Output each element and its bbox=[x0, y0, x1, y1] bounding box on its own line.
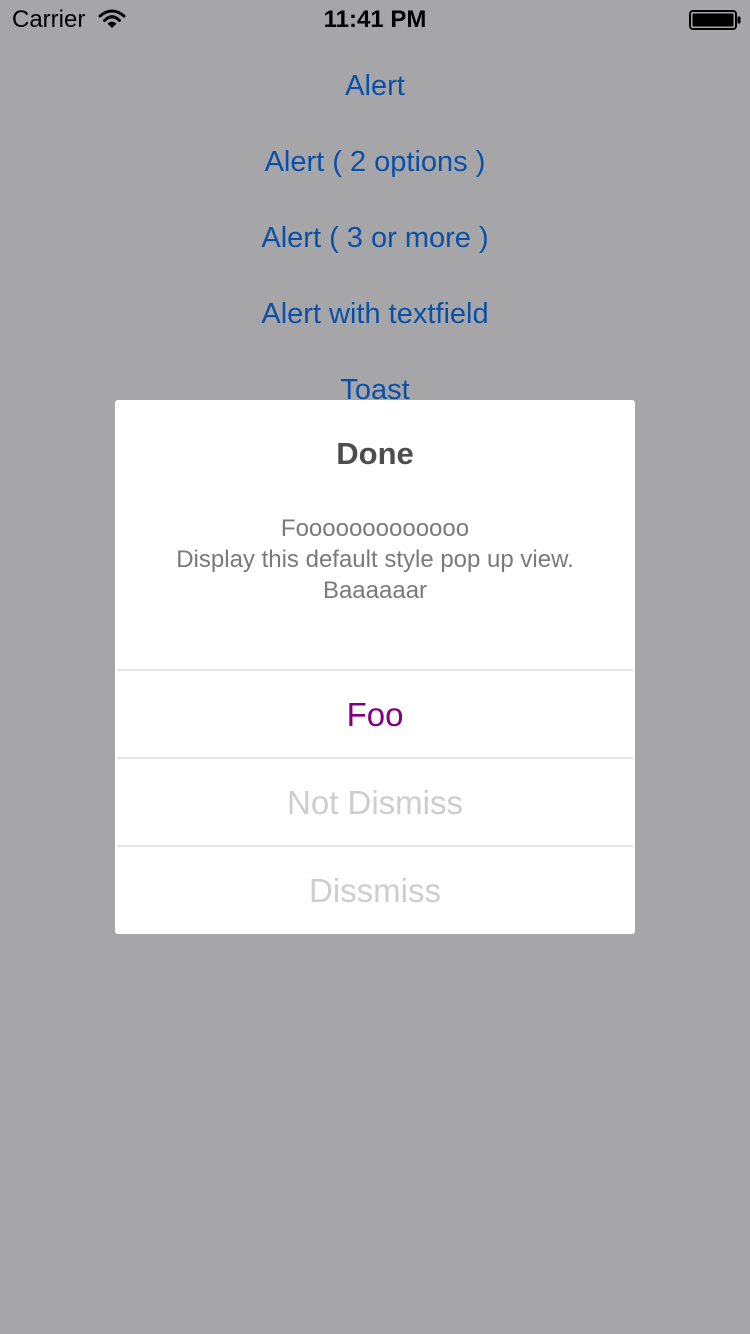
menu-item-alert-2-options[interactable]: Alert ( 2 options ) bbox=[0, 124, 750, 200]
foo-button[interactable]: Foo bbox=[117, 669, 633, 758]
dialog-message: Fooooooooooooo Display this default styl… bbox=[115, 513, 635, 606]
dialog-message-line: Baaaaaar bbox=[322, 577, 428, 604]
dialog-message-line: Fooooooooooooo bbox=[280, 515, 470, 542]
dialog-message-line: Display this default style pop up view. bbox=[176, 546, 574, 573]
menu-item-alert[interactable]: Alert bbox=[0, 48, 750, 124]
dialog-title: Done bbox=[336, 436, 414, 471]
popup-dialog: Done Fooooooooooooo Display this default… bbox=[115, 400, 635, 934]
menu-item-alert-with-textfield[interactable]: Alert with textfield bbox=[0, 276, 750, 352]
battery-icon bbox=[689, 10, 741, 30]
clock: 11:41 PM bbox=[323, 6, 427, 33]
menu-item-alert-3-or-more[interactable]: Alert ( 3 or more ) bbox=[0, 200, 750, 276]
dismiss-button[interactable]: Dissmiss bbox=[117, 845, 633, 934]
not-dismiss-button[interactable]: Not Dismiss bbox=[117, 757, 633, 846]
status-bar: Carrier 11:41 PM bbox=[0, 0, 750, 40]
